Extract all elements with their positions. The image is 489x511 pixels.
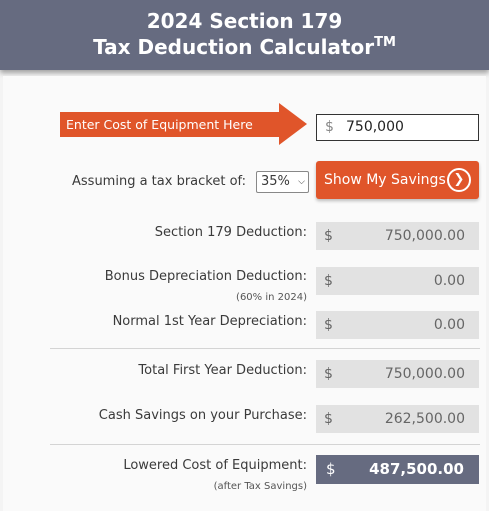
section179-field: $ 750,000.00 [316,222,479,250]
section-divider [50,444,480,445]
bonus-depreciation-label: Bonus Depreciation Deduction: [104,269,307,284]
currency-symbol: $ [324,228,333,244]
trademark-mark: TM [374,35,396,50]
lowered-cost-field: $ 487,500.00 [316,455,479,484]
section179-label: Section 179 Deduction: [154,225,307,240]
currency-symbol: $ [326,460,336,478]
header-title-text: Tax Deduction Calculator [93,35,375,59]
equipment-cost-value: 750,000 [346,119,404,135]
section-divider [50,348,480,349]
currency-symbol: $ [324,317,333,333]
show-my-savings-button[interactable]: Show My Savings ❯ [316,161,479,199]
currency-symbol: $ [324,366,333,382]
arrow-right-icon [279,103,307,145]
normal-depreciation-value: 0.00 [433,317,465,333]
currency-symbol: $ [325,119,334,135]
lowered-cost-label: Lowered Cost of Equipment: [123,458,307,473]
header-title-line2: Tax Deduction CalculatorTM [0,35,489,59]
tax-bracket-label: Assuming a tax bracket of: [72,174,247,189]
normal-depreciation-field: $ 0.00 [316,311,479,339]
total-deduction-label: Total First Year Deduction: [138,363,307,378]
cash-savings-field: $ 262,500.00 [316,405,479,433]
header-title-line1: 2024 Section 179 [146,9,343,33]
section179-value: 750,000.00 [384,228,465,244]
total-deduction-field: $ 750,000.00 [316,360,479,388]
lowered-cost-note: (after Tax Savings) [213,481,307,492]
currency-symbol: $ [324,411,333,427]
equipment-cost-input[interactable]: $ 750,000 [316,114,479,141]
tax-bracket-select[interactable]: 35% ⌵ [256,171,309,193]
cost-callout-arrow: Enter Cost of Equipment Here [60,103,307,145]
chevron-down-icon: ⌵ [298,177,305,187]
tax-bracket-value: 35% [261,174,290,189]
bonus-depreciation-field: $ 0.00 [316,267,479,295]
normal-depreciation-label: Normal 1st Year Depreciation: [112,314,307,329]
chevron-right-circle-icon: ❯ [447,168,471,192]
cash-savings-label: Cash Savings on your Purchase: [98,408,307,423]
cost-callout-label: Enter Cost of Equipment Here [60,112,280,137]
show-my-savings-label: Show My Savings [324,172,446,188]
currency-symbol: $ [324,273,333,289]
cash-savings-value: 262,500.00 [384,411,465,427]
page-header: 2024 Section 179 Tax Deduction Calculato… [0,0,489,70]
lowered-cost-value: 487,500.00 [369,460,464,478]
bonus-depreciation-note: (60% in 2024) [236,292,307,303]
total-deduction-value: 750,000.00 [384,366,465,382]
bonus-depreciation-value: 0.00 [433,273,465,289]
